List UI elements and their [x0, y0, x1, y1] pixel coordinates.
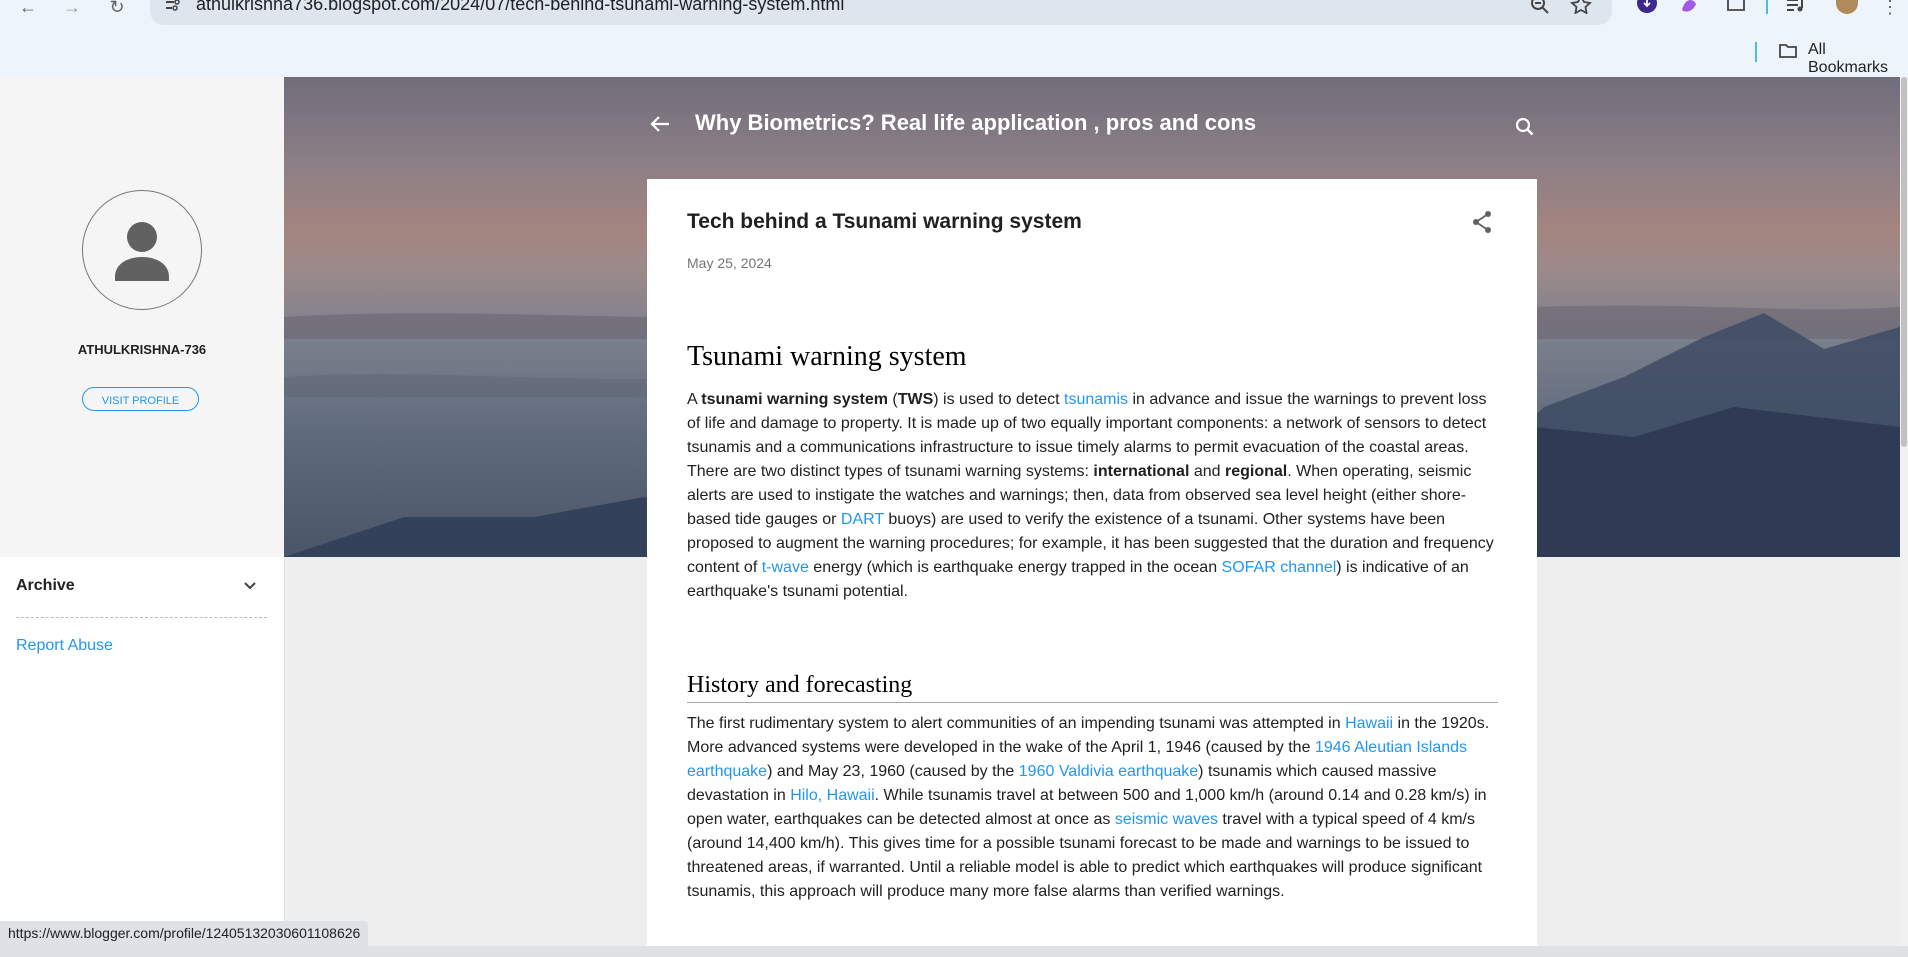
blog-sidebar: ATHULKRISHNA-736 VISIT PROFILE Archive R…: [0, 77, 285, 957]
search-icon[interactable]: [1514, 116, 1536, 138]
back-arrow-icon[interactable]: [649, 114, 671, 134]
site-info-icon[interactable]: [164, 0, 182, 12]
page-scrollbar[interactable]: [1900, 77, 1908, 957]
extensions-puzzle-icon[interactable]: [1725, 0, 1747, 14]
post-date: May 25, 2024: [687, 255, 772, 271]
folder-icon: [1779, 44, 1797, 58]
bold-term: regional: [1225, 463, 1288, 480]
all-bookmarks-link[interactable]: All Bookmarks: [1808, 41, 1908, 77]
bookmark-star-icon[interactable]: [1570, 0, 1592, 14]
text-run: and: [1189, 463, 1225, 480]
chevron-down-icon[interactable]: [243, 581, 257, 591]
share-icon[interactable]: [1471, 210, 1493, 234]
text-run: ) and May 23, 1960 (caused by the: [767, 763, 1019, 780]
paragraph-intro: A tsunami warning system (TWS) is used t…: [687, 388, 1502, 604]
browser-menu-icon[interactable]: ⋮: [1880, 0, 1900, 16]
extension-download-icon[interactable]: [1636, 0, 1658, 14]
taskbar-edge: [0, 946, 1908, 957]
profile-section: ATHULKRISHNA-736 VISIT PROFILE: [0, 77, 284, 557]
text-run: A: [687, 391, 702, 408]
zoom-icon[interactable]: [1530, 0, 1550, 14]
status-bar-link: https://www.blogger.com/profile/12405132…: [0, 921, 369, 946]
link-dart[interactable]: DART: [841, 511, 884, 528]
archive-widget[interactable]: Archive: [16, 577, 267, 618]
link-tsunamis[interactable]: tsunamis: [1064, 391, 1128, 408]
forward-icon[interactable]: →: [58, 0, 86, 16]
bookmarks-separator: [1755, 42, 1757, 62]
profile-avatar-icon[interactable]: [1836, 0, 1858, 14]
archive-label[interactable]: Archive: [16, 577, 75, 595]
avatar[interactable]: [82, 190, 202, 310]
scrollbar-thumb[interactable]: [1901, 77, 1907, 447]
back-icon[interactable]: ←: [14, 0, 42, 16]
media-controls-icon[interactable]: [1785, 0, 1807, 14]
text-run: (: [887, 391, 898, 408]
address-bar[interactable]: athulkrishna736.blogspot.com/2024/07/tec…: [150, 0, 1612, 25]
person-icon: [115, 222, 169, 281]
blog-title[interactable]: Why Biometrics? Real life application , …: [695, 110, 1256, 136]
extension-copilot-icon[interactable]: [1678, 0, 1700, 14]
text-run: The first rudimentary system to alert co…: [687, 715, 1346, 732]
toolbar-separator: [1766, 0, 1768, 14]
url-text[interactable]: athulkrishna736.blogspot.com/2024/07/tec…: [196, 0, 844, 15]
section-heading-history: History and forecasting: [687, 672, 1498, 703]
post-title: Tech behind a Tsunami warning system: [687, 210, 1082, 233]
post-card: Tech behind a Tsunami warning system May…: [647, 179, 1537, 957]
bold-term: TWS: [897, 391, 934, 408]
profile-name: ATHULKRISHNA-736: [77, 342, 207, 357]
link-hilo-hawaii[interactable]: Hilo, Hawaii: [790, 787, 874, 804]
link-sofar-channel[interactable]: SOFAR channel: [1222, 559, 1337, 576]
reload-icon[interactable]: ↻: [103, 0, 131, 16]
section-heading-tsunami: Tsunami warning system: [687, 341, 967, 372]
text-run: ) is used to detect: [933, 391, 1065, 408]
browser-toolbar: ← → ↻ athulkrishna736.blogspot.com/2024/…: [0, 0, 1908, 77]
bold-term: international: [1093, 463, 1190, 480]
bold-term: tsunami warning system: [701, 391, 888, 408]
link-valdivia-earthquake[interactable]: 1960 Valdivia earthquake: [1019, 763, 1198, 780]
link-t-wave[interactable]: t-wave: [762, 559, 809, 576]
text-run: energy (which is earthquake energy trapp…: [808, 559, 1222, 576]
report-abuse-link[interactable]: Report Abuse: [16, 637, 113, 655]
link-hawaii[interactable]: Hawaii: [1345, 715, 1393, 732]
link-seismic-waves[interactable]: seismic waves: [1115, 811, 1218, 828]
paragraph-history: The first rudimentary system to alert co…: [687, 712, 1502, 904]
visit-profile-button[interactable]: VISIT PROFILE: [82, 387, 199, 411]
